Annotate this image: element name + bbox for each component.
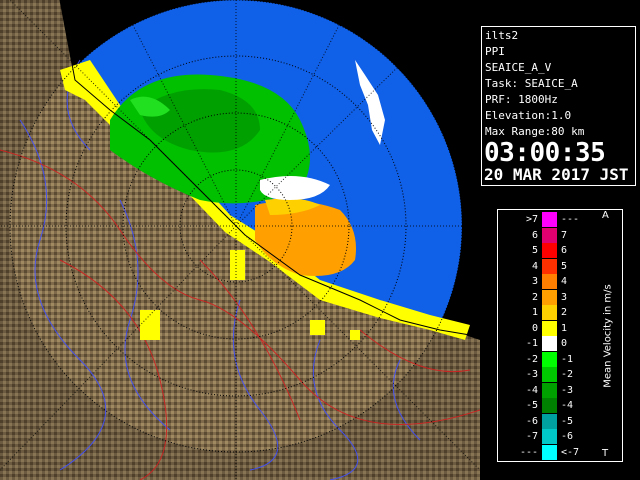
scale-row-left-label: -1 — [525, 338, 538, 349]
scale-row-right-label: 6 — [561, 245, 568, 256]
observation-time: 03:00:35 — [484, 138, 606, 168]
scale-row-right-label: 3 — [561, 291, 568, 303]
scale-row-right-label: 5 — [561, 260, 568, 272]
scale-row-left-label: 4 — [531, 260, 538, 272]
scale-row: 23 — [498, 289, 598, 305]
scale-row-right-label: <-7 — [561, 446, 580, 458]
scale-bottom-corner: T — [602, 448, 609, 459]
scale-row-right-label: -3 — [561, 384, 574, 396]
scale-row-left-label: 6 — [531, 229, 538, 241]
scale-row-left-label: 5 — [531, 245, 538, 256]
scale-row-right-label: 4 — [561, 276, 568, 287]
scale-row-right-label: -6 — [561, 431, 574, 442]
radar-ppi-display — [0, 0, 480, 480]
scale-color-swatch — [542, 320, 557, 336]
scale-row-right-label: 1 — [561, 322, 568, 334]
scale-row-right-label: 0 — [561, 338, 568, 349]
scale-color-swatch — [542, 227, 557, 243]
scale-row: 12 — [498, 305, 598, 320]
scale-color-swatch — [542, 413, 557, 429]
scale-row-right-label: 2 — [561, 307, 568, 318]
scale-title: Mean Velocity in m/s — [602, 283, 614, 388]
task-name: Task: SEAICE_A — [485, 77, 578, 90]
scale-color-swatch — [542, 243, 557, 258]
scale-color-swatch — [542, 367, 557, 382]
scale-row: 01 — [498, 320, 598, 336]
product-type: PPI — [485, 45, 505, 58]
scale-row: -6 -5 — [498, 413, 598, 429]
scale-row-left-label: -5 — [525, 400, 538, 411]
scale-color-swatch — [542, 382, 557, 398]
field-name: SEAICE_A_V — [485, 61, 552, 74]
scale-row: 67 — [498, 227, 598, 243]
prf-value: PRF: 1800Hz — [485, 93, 558, 106]
scale-row-left-label: -3 — [525, 369, 538, 380]
scale-row-right-label: 7 — [561, 229, 568, 241]
observation-date: 20 MAR 2017 JST — [484, 165, 629, 184]
scale-color-swatch — [542, 336, 557, 351]
scale-color-swatch — [542, 429, 557, 444]
scale-row-right-label: -1 — [561, 353, 574, 365]
scale-row: -1 0 — [498, 336, 598, 351]
scale-row: -2 -1 — [498, 351, 598, 367]
elevation-value: Elevation:1.0 — [485, 109, 572, 122]
scale-color-swatch — [542, 305, 557, 320]
scale-row-left-label: -4 — [525, 384, 538, 396]
scale-row-right-label: -4 — [561, 400, 574, 411]
scale-row: >7 --- — [498, 212, 598, 227]
radar-info-panel: ilts2 PPI SEAICE_A_V Task: SEAICE_A PRF:… — [481, 26, 636, 186]
scale-row: 34 — [498, 274, 598, 289]
scale-row-left-label: --- — [519, 446, 538, 458]
scale-row-left-label: -7 — [525, 431, 538, 442]
scale-row-right-label: -5 — [561, 415, 574, 427]
velocity-color-scale: >7 --- 6 7 5 6 4 5 3 4 2 3 1 2 0 1 -1 0 -2 -1 -3 -2 -4 -3 -5 -4 -6… — [497, 209, 623, 462]
scale-color-swatch — [542, 212, 557, 227]
scale-row-left-label: >7 — [525, 214, 538, 225]
scale-row: -5 -4 — [498, 398, 598, 413]
scale-row-left-label: 2 — [531, 291, 538, 303]
scale-row-left-label: 1 — [531, 307, 538, 318]
scale-row-left-label: 0 — [531, 322, 538, 334]
scale-row: -4 -3 — [498, 382, 598, 398]
scale-row-right-label: -2 — [561, 369, 574, 380]
scale-row-right-label: --- — [561, 214, 580, 225]
scale-row-left-label: -2 — [525, 353, 538, 365]
scale-row: 45 — [498, 258, 598, 274]
radar-name: ilts2 — [485, 29, 519, 42]
scale-row: -7 -6 — [498, 429, 598, 444]
max-range-value: Max Range:80 km — [485, 125, 585, 138]
scale-color-swatch — [542, 398, 557, 413]
scale-color-swatch — [542, 274, 557, 289]
scale-top-corner: A — [602, 210, 609, 221]
scale-row-left-label: 3 — [531, 276, 538, 287]
scale-row: --- <-7 — [498, 444, 598, 460]
scale-row-left-label: -6 — [525, 415, 538, 427]
scale-color-swatch — [542, 351, 557, 367]
scale-color-swatch — [542, 444, 557, 460]
scale-row: -3 -2 — [498, 367, 598, 382]
scale-color-swatch — [542, 258, 557, 274]
scale-color-swatch — [542, 289, 557, 305]
scale-row: 56 — [498, 243, 598, 258]
